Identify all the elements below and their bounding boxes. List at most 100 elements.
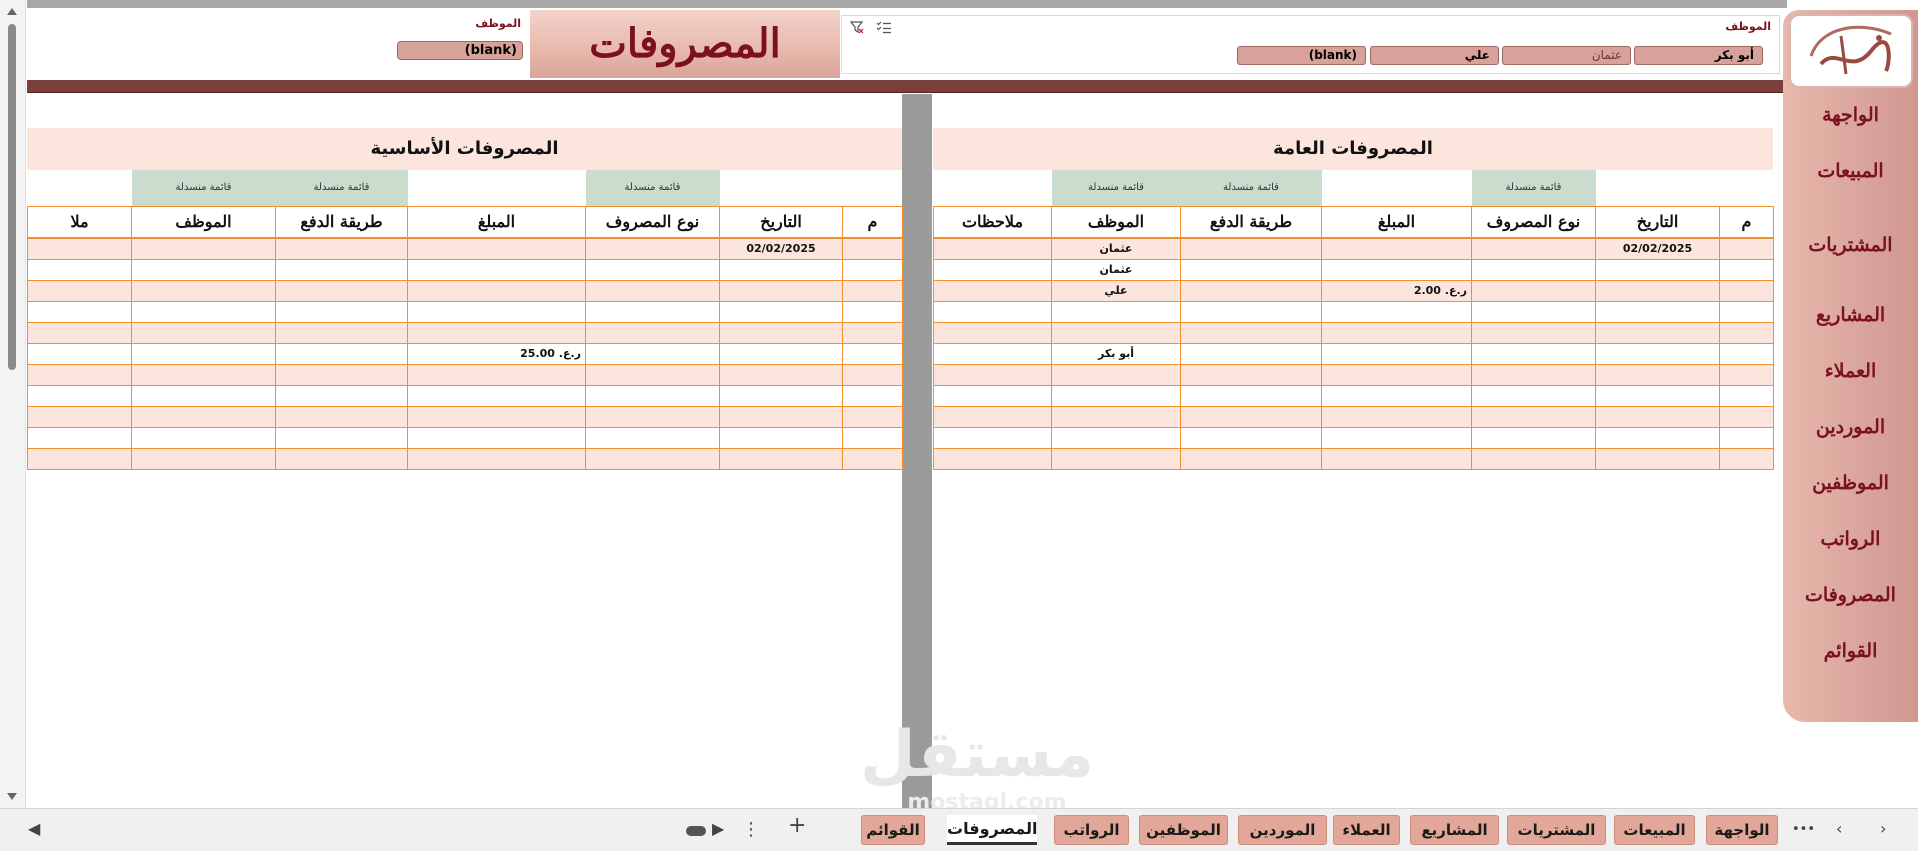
table-cell[interactable] [1051,405,1181,428]
table-cell[interactable] [1321,426,1472,449]
table-cell[interactable] [1471,426,1596,449]
table-cell[interactable] [1471,321,1596,344]
table-cell[interactable] [933,237,1052,260]
table-cell[interactable] [1471,342,1596,365]
table-cell[interactable] [407,258,586,281]
tabs-scroll-right-icon[interactable]: › [1880,819,1886,838]
tab-sales[interactable]: المبيعات [1614,815,1695,845]
table-cell[interactable] [27,342,132,365]
table-cell[interactable] [1051,426,1181,449]
table-cell[interactable] [1471,279,1596,302]
table-cell[interactable] [1719,447,1774,470]
table-cell[interactable] [131,258,276,281]
vertical-scrollbar[interactable] [0,0,26,808]
table-cell[interactable] [1180,405,1322,428]
table-cell[interactable] [719,258,843,281]
table-cell[interactable] [27,237,132,260]
multi-select-icon[interactable] [876,21,892,37]
table-cell[interactable] [1595,279,1720,302]
table-cell[interactable] [1719,237,1774,260]
table-cell[interactable] [842,405,903,428]
table-cell[interactable] [1321,405,1472,428]
table-cell[interactable] [27,405,132,428]
table-cell[interactable]: ر.ع. 25.00 [407,342,586,365]
table-cell[interactable] [842,279,903,302]
tab-suppliers[interactable]: الموردين [1238,815,1327,845]
table-cell[interactable] [1180,321,1322,344]
table-cell[interactable] [1719,405,1774,428]
column-header[interactable]: طريقة الدفع [1180,205,1322,239]
table-cell[interactable] [131,447,276,470]
table-cell[interactable] [407,300,586,323]
more-tabs-button[interactable]: ••• [1792,822,1815,837]
table-cell[interactable] [27,426,132,449]
sidebar-item-salaries[interactable]: الرواتب [1783,528,1918,550]
table-cell[interactable] [407,279,586,302]
table-cell[interactable] [842,321,903,344]
table-cell[interactable] [585,258,720,281]
table-cell[interactable] [1321,384,1472,407]
table-cell[interactable] [1595,426,1720,449]
table-cell[interactable] [719,405,843,428]
column-header[interactable]: ملاحظات [933,205,1052,239]
tab-lists[interactable]: القوائم [861,815,925,845]
table-cell[interactable] [585,342,720,365]
table-cell[interactable] [585,426,720,449]
table-cell[interactable] [1595,300,1720,323]
table-cell[interactable] [933,321,1052,344]
scroll-left-icon[interactable]: ◀ [28,819,40,838]
table-cell[interactable] [131,384,276,407]
table-cell[interactable] [719,300,843,323]
table-cell[interactable] [719,279,843,302]
table-cell[interactable] [719,384,843,407]
table-cell[interactable] [1180,300,1322,323]
tab-salaries[interactable]: الرواتب [1054,815,1129,845]
table-cell[interactable] [1595,363,1720,386]
table-cell[interactable] [1595,258,1720,281]
table-cell[interactable] [407,426,586,449]
table-cell[interactable] [275,363,408,386]
table-cell[interactable] [933,384,1052,407]
slicer-item-abu-bakr[interactable]: أبو بكر [1634,46,1763,65]
column-header[interactable]: ملا [27,205,132,239]
table-cell[interactable] [27,279,132,302]
horizontal-scroll-thumb[interactable] [686,826,706,836]
table-cell[interactable] [131,363,276,386]
table-cell[interactable] [842,384,903,407]
table-cell[interactable] [27,321,132,344]
table-cell[interactable] [842,426,903,449]
sidebar-item-suppliers[interactable]: الموردين [1783,416,1918,438]
column-header[interactable]: الموظف [1051,205,1181,239]
table-cell[interactable] [1321,321,1472,344]
add-sheet-button[interactable]: + [788,813,806,838]
table-cell[interactable] [131,342,276,365]
table-cell[interactable] [1180,279,1322,302]
table-cell[interactable] [933,447,1052,470]
column-header[interactable]: الموظف [131,205,276,239]
column-header[interactable]: المبلغ [407,205,586,239]
scroll-thumb[interactable] [8,24,16,370]
table-cell[interactable] [1595,405,1720,428]
table-cell[interactable] [1180,258,1322,281]
table-cell[interactable] [1719,258,1774,281]
table-cell[interactable] [1321,342,1472,365]
table-cell[interactable] [933,300,1052,323]
table-cell[interactable] [131,426,276,449]
table-cell[interactable] [275,321,408,344]
table-cell[interactable] [1595,321,1720,344]
table-cell[interactable] [131,321,276,344]
tab-expenses[interactable]: المصروفات [947,815,1037,845]
table-cell[interactable] [719,342,843,365]
sidebar-item-expenses[interactable]: المصروفات [1783,584,1918,606]
slicer-item-ali[interactable]: علي [1370,46,1499,65]
table-cell[interactable] [842,300,903,323]
table-cell[interactable] [585,279,720,302]
column-header[interactable]: نوع المصروف [585,205,720,239]
table-cell[interactable] [1180,384,1322,407]
table-cell[interactable] [1471,258,1596,281]
scroll-right-icon[interactable]: ▶ [712,819,724,838]
table-cell[interactable] [585,447,720,470]
sidebar-item-home[interactable]: الواجهة [1783,104,1918,126]
sidebar-item-lists[interactable]: القوائم [1783,640,1918,662]
scroll-up-icon[interactable] [7,8,17,15]
